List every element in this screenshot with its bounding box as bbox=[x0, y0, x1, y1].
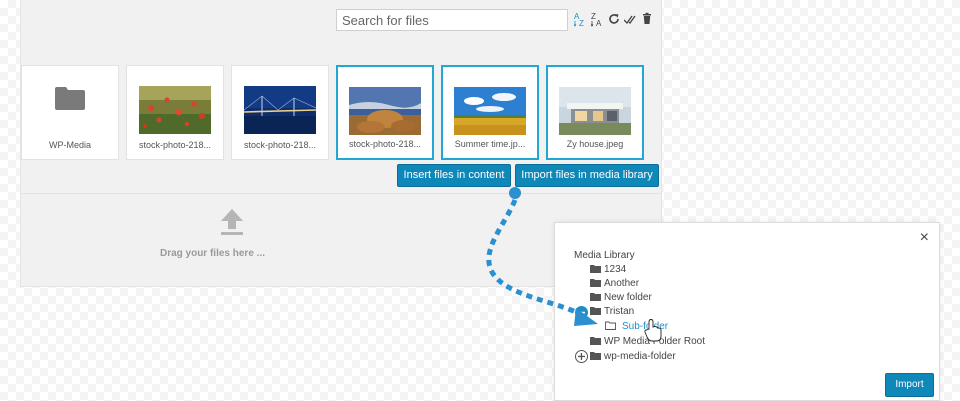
folder-icon bbox=[590, 279, 601, 287]
tree-root-label[interactable]: Media Library bbox=[574, 250, 635, 261]
folder-icon bbox=[590, 293, 601, 301]
expand-toggle-icon[interactable] bbox=[575, 350, 588, 363]
tree-folder-label: Tristan bbox=[604, 306, 635, 317]
import-button[interactable]: Import bbox=[885, 373, 934, 397]
file-label: stock-photo-218... bbox=[138, 140, 212, 150]
tree-folder-label: wp-media-folder bbox=[604, 351, 676, 362]
field-image bbox=[454, 87, 526, 135]
tree-folder[interactable]: wp-media-folder bbox=[590, 351, 676, 363]
file-tile-selected[interactable]: stock-photo-218... bbox=[336, 65, 434, 160]
sort-az-icon[interactable]: AZ bbox=[573, 10, 588, 28]
trash-icon[interactable] bbox=[640, 10, 654, 28]
folder-icon bbox=[55, 87, 85, 110]
tree-folder[interactable]: WP Media Folder Root bbox=[590, 336, 705, 348]
poppies-image bbox=[139, 86, 211, 134]
file-tile[interactable]: stock-photo-218... bbox=[126, 65, 224, 160]
file-tile-selected[interactable]: Zy house.jpeg bbox=[546, 65, 644, 160]
file-grid: WP-Media stock-photo-218... stock-photo-… bbox=[21, 65, 661, 160]
tree-folder-label: 1234 bbox=[604, 264, 627, 275]
insert-files-button[interactable]: Insert files in content bbox=[397, 164, 511, 187]
collapse-toggle-icon[interactable] bbox=[575, 306, 588, 319]
file-label: WP-Media bbox=[48, 140, 91, 150]
tree-folder[interactable]: Another bbox=[590, 278, 639, 290]
folder-icon bbox=[590, 265, 601, 273]
tree-folder-label: New folder bbox=[604, 292, 652, 303]
svg-text:Z: Z bbox=[579, 19, 584, 28]
select-all-icon[interactable] bbox=[623, 10, 638, 28]
sort-za-icon[interactable]: ZA bbox=[590, 10, 605, 28]
folder-tile[interactable]: WP-Media bbox=[21, 65, 119, 160]
folder-icon bbox=[590, 307, 601, 315]
file-tile[interactable]: stock-photo-218... bbox=[231, 65, 329, 160]
tree-folder-selected[interactable]: Sub-folder bbox=[605, 321, 668, 333]
file-label: Zy house.jpeg bbox=[566, 139, 624, 149]
file-label: stock-photo-218... bbox=[348, 139, 422, 149]
svg-text:A: A bbox=[596, 19, 602, 28]
tree-folder-label: Another bbox=[604, 278, 640, 289]
bridge-image bbox=[244, 86, 316, 134]
folder-icon bbox=[590, 352, 601, 360]
rocks-image bbox=[349, 87, 421, 135]
folder-icon bbox=[590, 337, 601, 345]
toolbar: AZ ZA bbox=[21, 0, 661, 40]
tree-folder[interactable]: New folder bbox=[590, 292, 652, 304]
tree-folder-label: Sub-folder bbox=[622, 321, 669, 332]
tree-folder[interactable]: 1234 bbox=[590, 264, 626, 276]
import-media-library-button[interactable]: Import files in media library bbox=[515, 164, 659, 187]
drop-zone-text: Drag your files here ... bbox=[159, 248, 266, 259]
house-image bbox=[559, 87, 631, 135]
file-label: Summer time.jp... bbox=[454, 139, 526, 149]
tree-folder-label: WP Media Folder Root bbox=[604, 336, 705, 347]
upload-arrow-icon bbox=[221, 209, 243, 235]
file-label: stock-photo-218... bbox=[243, 140, 317, 150]
file-tile-selected[interactable]: Summer time.jp... bbox=[441, 65, 539, 160]
close-icon[interactable]: × bbox=[920, 230, 929, 246]
refresh-icon[interactable] bbox=[607, 10, 621, 28]
tree-folder[interactable]: Tristan bbox=[590, 306, 634, 318]
search-input[interactable] bbox=[336, 9, 568, 31]
import-dialog: × Media Library 1234 Another New folder … bbox=[554, 222, 940, 401]
open-folder-icon bbox=[605, 321, 616, 330]
